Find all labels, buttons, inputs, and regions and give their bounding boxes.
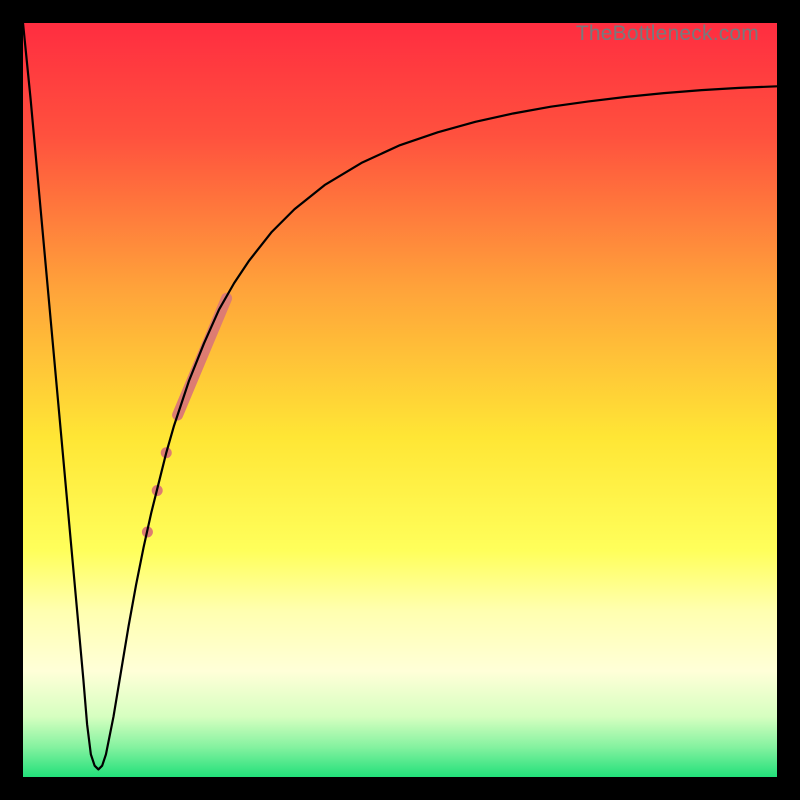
watermark-text: TheBottleneck.com: [576, 23, 759, 46]
chart-plot-area: TheBottleneck.com: [23, 23, 777, 777]
chart-outer-frame: TheBottleneck.com: [0, 0, 800, 800]
chart-overlay: [23, 23, 777, 777]
bottleneck-curve: [23, 23, 777, 769]
